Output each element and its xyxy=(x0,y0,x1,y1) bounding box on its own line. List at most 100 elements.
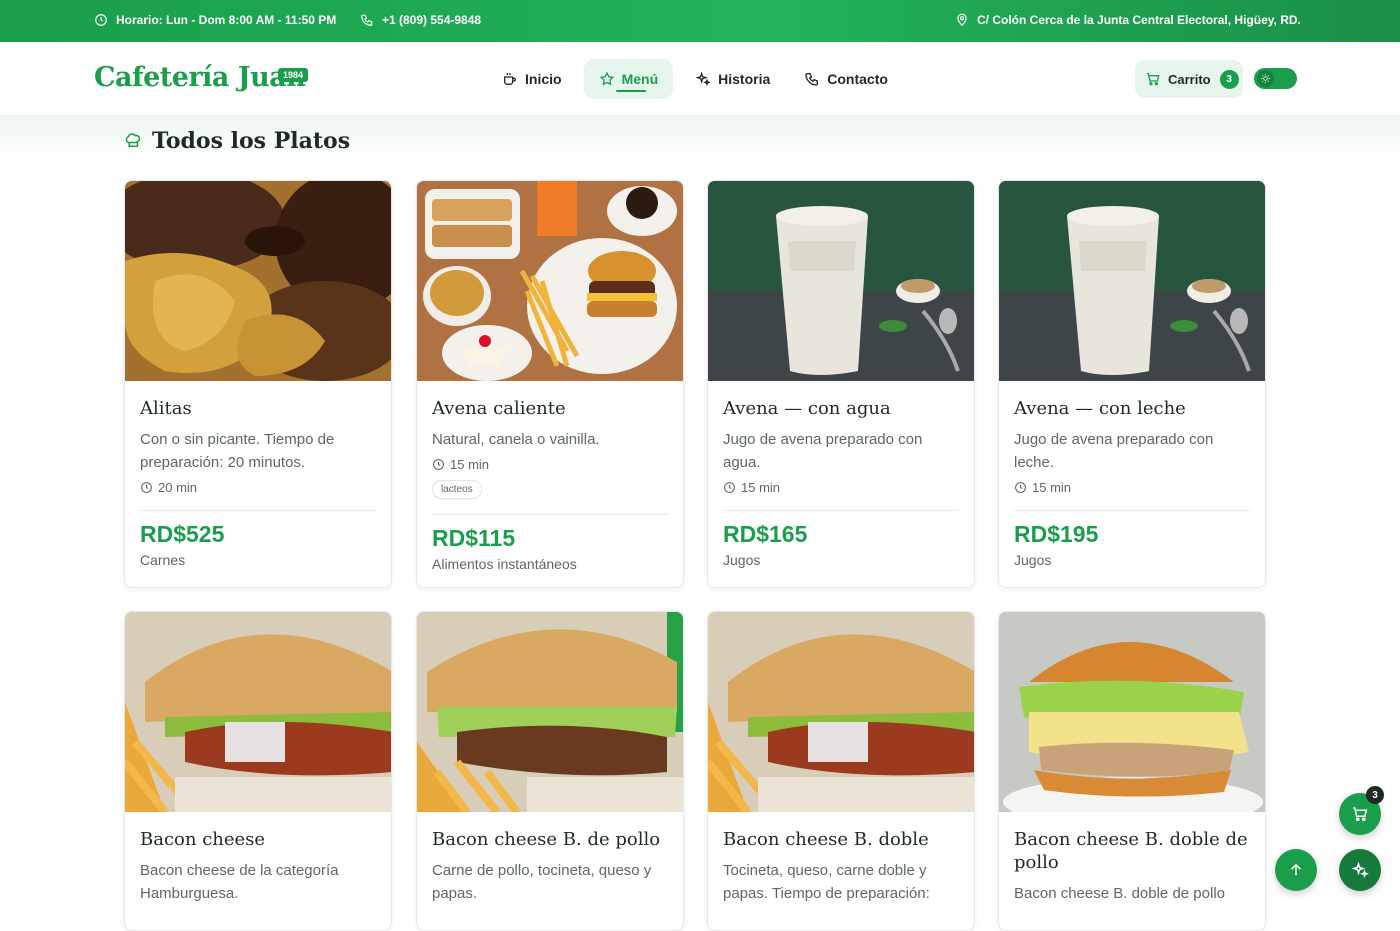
address-info: C/ Colón Cerca de la Junta Central Elect… xyxy=(955,13,1301,27)
theme-toggle-knob xyxy=(1257,70,1274,87)
shopping-cart-icon xyxy=(1147,73,1160,86)
nav-inicio-label: Inicio xyxy=(525,71,562,87)
nav-contacto[interactable]: Contacto xyxy=(792,59,900,99)
dish-price: RD$165 xyxy=(723,521,808,547)
floating-cart-badge: 3 xyxy=(1366,786,1384,804)
nav-menu-label: Menú xyxy=(621,71,659,87)
dish-tag: lacteos xyxy=(432,480,482,499)
nav-historia-label: Historia xyxy=(718,71,771,87)
clock-icon xyxy=(1015,482,1026,493)
hours-info: Horario: Lun - Dom 8:00 AM - 11:50 PM xyxy=(94,13,336,27)
card-divider xyxy=(140,510,376,511)
phone-info[interactable]: +1 (809) 554-9848 xyxy=(360,13,481,27)
phone-text[interactable]: +1 (809) 554-9848 xyxy=(382,13,481,27)
dish-card[interactable]: Bacon cheese B. de pollo Carne de pollo,… xyxy=(416,611,684,931)
dish-time-text: 15 min xyxy=(1032,480,1072,495)
chicken-burger-photo xyxy=(999,612,1265,812)
oat-drink-photo xyxy=(708,181,974,381)
sparkles-icon xyxy=(1351,861,1369,879)
hours-text: Horario: Lun - Dom 8:00 AM - 11:50 PM xyxy=(116,13,337,27)
section-title: Todos los Platos xyxy=(152,128,351,154)
clock-icon xyxy=(141,482,152,493)
dish-prep-time: 15 min xyxy=(432,457,668,472)
top-info-bar: Horario: Lun - Dom 8:00 AM - 11:50 PM +1… xyxy=(0,0,1400,42)
wings-photo xyxy=(125,181,391,381)
dish-category: Jugos xyxy=(723,552,761,568)
phone-icon xyxy=(805,73,819,86)
dish-image-chicken-burger[interactable] xyxy=(999,612,1265,812)
dish-category: Alimentos instantáneos xyxy=(432,556,577,572)
dish-card[interactable]: Bacon cheese Bacon cheese de la categorí… xyxy=(124,611,392,931)
dish-name[interactable]: Avena — con agua xyxy=(723,397,959,420)
dish-name[interactable]: Avena — con leche xyxy=(1014,397,1250,420)
dish-description: Con o sin picante. Tiempo de preparación… xyxy=(140,431,335,471)
cart-count-badge: 3 xyxy=(1219,69,1239,89)
oat-drink-photo xyxy=(999,181,1265,381)
dish-image-burger[interactable] xyxy=(708,612,974,812)
main-nav: Inicio Menú Historia Contacto xyxy=(490,59,900,99)
address-text: C/ Colón Cerca de la Junta Central Elect… xyxy=(977,13,1301,27)
dish-time-text: 15 min xyxy=(450,457,490,472)
dish-image-oat-drink[interactable] xyxy=(999,181,1265,381)
dish-name[interactable]: Bacon cheese B. de pollo xyxy=(432,828,668,851)
card-divider xyxy=(432,514,668,515)
clock-icon xyxy=(95,14,107,26)
dish-time-text: 15 min xyxy=(741,480,781,495)
dish-image-burger[interactable] xyxy=(417,612,683,812)
dish-description: Jugo de avena preparado con agua. xyxy=(723,431,923,471)
dish-description: Bacon cheese de la categoría Hamburguesa… xyxy=(140,862,339,902)
sun-icon xyxy=(1260,73,1271,84)
dish-prep-time: 15 min xyxy=(1014,480,1250,495)
nav-menu[interactable]: Menú xyxy=(583,59,674,99)
card-divider xyxy=(723,510,959,511)
clock-icon xyxy=(433,459,444,470)
dish-description: Natural, canela o vainilla. xyxy=(432,431,600,448)
dish-card[interactable]: Avena caliente Natural, canela o vainill… xyxy=(416,180,684,588)
nav-inicio[interactable]: Inicio xyxy=(490,59,574,99)
burger-photo xyxy=(125,612,391,812)
dish-name[interactable]: Bacon cheese xyxy=(140,828,376,851)
dish-name[interactable]: Bacon cheese B. doble xyxy=(723,828,959,851)
site-logo[interactable]: Cafetería Juan xyxy=(94,62,306,93)
dish-time-text: 20 min xyxy=(158,480,198,495)
sparkles-icon xyxy=(695,71,712,87)
section-heading: Todos los Platos xyxy=(124,128,350,154)
dish-prep-time: 15 min xyxy=(723,480,959,495)
dish-name[interactable]: Bacon cheese B. doble de pollo xyxy=(1014,828,1250,874)
nav-historia[interactable]: Historia xyxy=(683,59,782,99)
dish-description: Tocineta, queso, carne doble y papas. Ti… xyxy=(723,862,930,902)
dish-image-wings[interactable] xyxy=(125,181,391,381)
dish-category: Jugos xyxy=(1014,552,1052,568)
dish-card[interactable]: Avena — con agua Jugo de avena preparado… xyxy=(707,180,975,588)
dish-price: RD$195 xyxy=(1014,521,1099,547)
dish-card[interactable]: Alitas Con o sin picante. Tiempo de prep… xyxy=(124,180,392,588)
dish-name[interactable]: Alitas xyxy=(140,397,376,420)
dish-image-oat-drink[interactable] xyxy=(708,181,974,381)
dish-description: Carne de pollo, tocineta, queso y papas. xyxy=(432,862,652,902)
map-pin-icon xyxy=(957,13,967,27)
arrow-up-icon xyxy=(1290,863,1302,876)
coffee-cup-icon xyxy=(504,73,516,85)
burger-photo xyxy=(417,612,683,812)
ai-assistant-button[interactable] xyxy=(1339,849,1381,891)
cart-button[interactable]: Carrito 3 xyxy=(1135,60,1243,98)
dish-name[interactable]: Avena caliente xyxy=(432,397,668,420)
scroll-to-top-button[interactable] xyxy=(1275,849,1317,891)
dish-card[interactable]: Avena — con leche Jugo de avena preparad… xyxy=(998,180,1266,588)
dish-card[interactable]: Bacon cheese B. doble de pollo Bacon che… xyxy=(998,611,1266,931)
cart-label: Carrito xyxy=(1168,71,1211,87)
shopping-cart-icon xyxy=(1353,807,1368,822)
dish-card[interactable]: Bacon cheese B. doble Tocineta, queso, c… xyxy=(707,611,975,931)
breakfast-photo xyxy=(417,181,683,381)
dish-image-burger[interactable] xyxy=(125,612,391,812)
burger-photo xyxy=(708,612,974,812)
dish-price: RD$525 xyxy=(140,521,225,547)
logo-year-badge: 1984 xyxy=(278,68,309,82)
site-header: Cafetería Juan 1984 Inicio Menú Historia… xyxy=(0,42,1400,116)
dish-prep-time: 20 min xyxy=(140,480,376,495)
theme-toggle[interactable] xyxy=(1254,68,1297,89)
dish-image-breakfast[interactable] xyxy=(417,181,683,381)
dish-description: Bacon cheese B. doble de pollo xyxy=(1014,885,1225,902)
clock-icon xyxy=(724,482,735,493)
phone-icon xyxy=(361,14,373,26)
